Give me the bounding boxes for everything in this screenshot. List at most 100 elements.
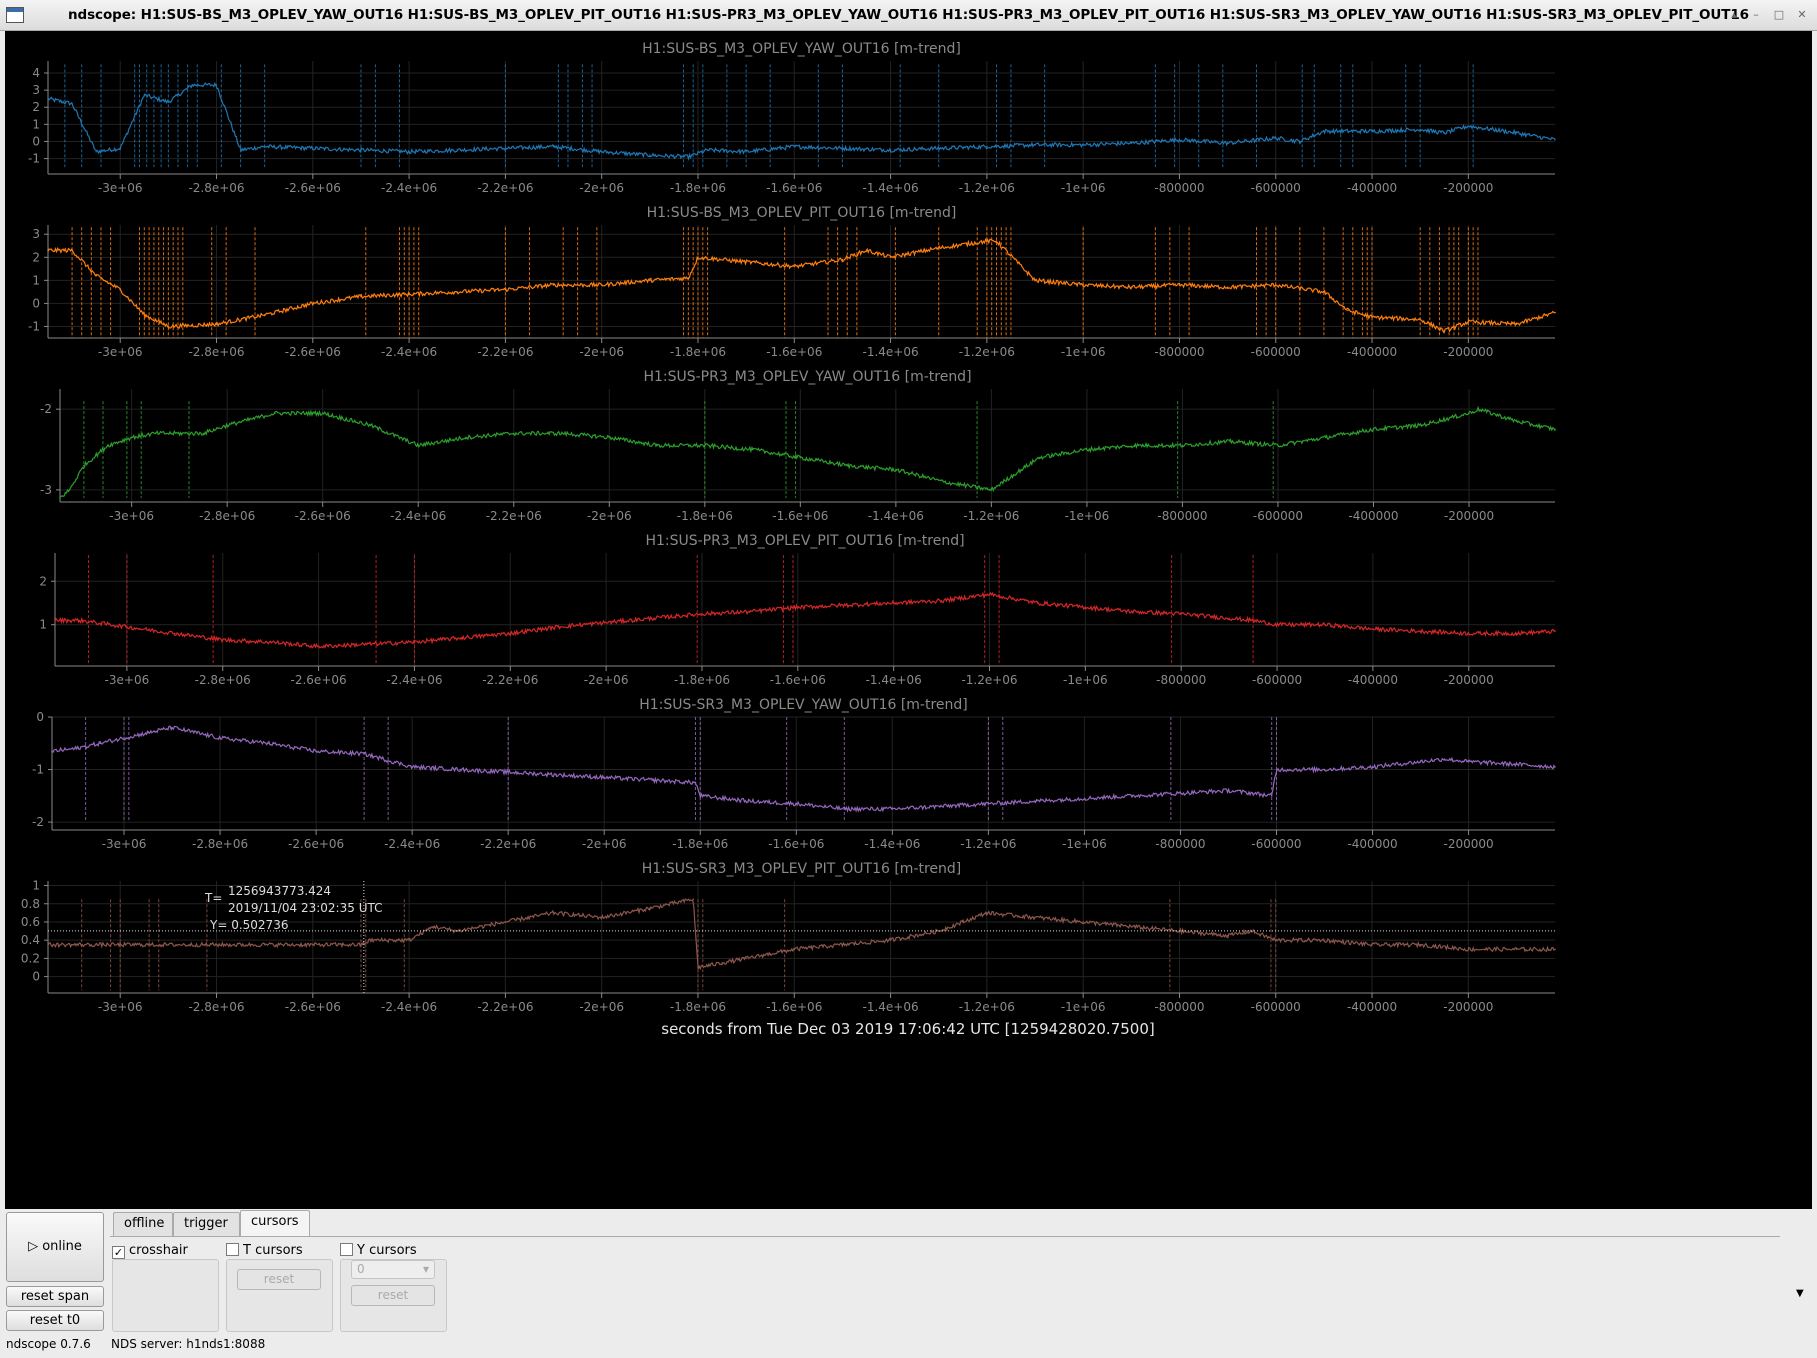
data-point xyxy=(456,291,459,293)
t-cursors-reset-button[interactable]: reset xyxy=(237,1269,321,1290)
maximize-window-icon[interactable]: □ xyxy=(1771,7,1787,23)
data-point xyxy=(1468,412,1470,415)
t-cursors-checkbox-row[interactable]: T cursors xyxy=(226,1242,303,1260)
x-tick-label: -1.4e+06 xyxy=(863,181,919,195)
data-point xyxy=(504,921,507,923)
data-point xyxy=(892,602,895,604)
data-point xyxy=(656,444,658,447)
online-button[interactable]: ▷ online xyxy=(6,1212,104,1282)
data-point xyxy=(1130,286,1133,289)
x-tick-label: -600000 xyxy=(1251,345,1301,359)
scroll-down-icon[interactable]: ▼ xyxy=(1796,1288,1804,1299)
data-point xyxy=(143,314,146,316)
reset-t0-button[interactable]: reset t0 xyxy=(6,1310,104,1331)
data-point xyxy=(1420,630,1422,633)
data-point xyxy=(215,84,218,86)
data-point xyxy=(1130,142,1133,144)
y-cursors-reset-button[interactable]: reset xyxy=(351,1285,435,1306)
crosshair-group xyxy=(112,1259,219,1332)
data-point xyxy=(59,497,61,499)
data-point xyxy=(119,288,122,291)
data-point xyxy=(1554,630,1556,633)
data-point xyxy=(363,752,365,755)
close-window-icon[interactable]: ✕ xyxy=(1794,7,1810,23)
data-point xyxy=(312,943,314,946)
data-point xyxy=(939,805,942,808)
data-point xyxy=(1084,606,1087,609)
tab-offline[interactable]: offline xyxy=(113,1212,173,1236)
tab-cursors[interactable]: cursors xyxy=(240,1210,310,1236)
y-tick-label: 0.4 xyxy=(21,933,40,947)
x-tick-label: -2.2e+06 xyxy=(480,837,536,851)
crosshair-y-value: Y= 0.502736 xyxy=(209,918,288,932)
data-point xyxy=(1347,309,1349,312)
data-point xyxy=(215,323,218,325)
data-point xyxy=(699,795,702,797)
crosshair-t-value: 1256943773.424 xyxy=(228,884,331,898)
data-point xyxy=(1323,130,1325,132)
x-tick-label: -400000 xyxy=(1347,1000,1397,1014)
data-point xyxy=(274,412,276,415)
x-tick-label: -2.2e+06 xyxy=(486,509,542,523)
data-point xyxy=(317,645,320,648)
data-point xyxy=(745,957,747,960)
data-point xyxy=(1419,760,1422,763)
crosshair-checkbox-row[interactable]: ✓ crosshair xyxy=(112,1242,188,1260)
reset-span-button[interactable]: reset span xyxy=(6,1286,104,1307)
data-point xyxy=(1229,440,1232,443)
data-point xyxy=(1554,948,1556,951)
data-point xyxy=(1228,617,1230,619)
data-point xyxy=(1515,420,1518,423)
y-tick-label: 1 xyxy=(32,879,40,893)
data-point xyxy=(71,943,73,946)
crosshair-label: crosshair xyxy=(129,1243,188,1258)
data-point xyxy=(360,149,362,151)
data-point xyxy=(417,444,420,447)
data-point xyxy=(123,737,125,739)
data-point xyxy=(68,489,71,491)
data-point xyxy=(1324,436,1327,439)
x-tick-label: -200000 xyxy=(1443,345,1493,359)
x-tick-label: -200000 xyxy=(1443,181,1493,195)
data-point xyxy=(1082,284,1084,286)
data-point xyxy=(795,802,798,805)
minimize-window-icon[interactable]: – xyxy=(1748,7,1764,23)
window-title: ndscope: H1:SUS-BS_M3_OPLEV_YAW_OUT16 H1… xyxy=(68,7,1749,23)
x-tick-label: -2.8e+06 xyxy=(192,837,248,851)
t-cursors-checkbox[interactable] xyxy=(226,1243,239,1256)
data-point xyxy=(360,943,362,946)
y-tick-label: 0 xyxy=(32,296,40,310)
data-point xyxy=(1181,444,1184,447)
x-tick-label: -2.4e+06 xyxy=(381,345,437,359)
data-point xyxy=(1226,286,1229,289)
y-cursors-checkbox-row[interactable]: Y cursors xyxy=(340,1242,417,1260)
plots-canvas[interactable]: H1:SUS-BS_M3_OPLEV_YAW_OUT16 [m-trend] -3… xyxy=(5,31,1812,1209)
data-point xyxy=(75,747,77,750)
data-point xyxy=(721,962,723,964)
data-point xyxy=(1372,628,1374,630)
shade-window-icon[interactable]: ▴ xyxy=(1726,7,1742,23)
y-tick-label: 0.2 xyxy=(21,951,40,965)
x-tick-label: -800000 xyxy=(1154,345,1204,359)
y-tick-label: 2 xyxy=(39,574,47,588)
x-tick-label: -1e+06 xyxy=(1063,673,1108,687)
y-cursors-checkbox[interactable] xyxy=(340,1243,353,1256)
x-tick-label: -600000 xyxy=(1253,509,1303,523)
data-point xyxy=(555,774,558,776)
plot-area[interactable]: H1:SUS-BS_M3_OPLEV_YAW_OUT16 [m-trend] -3… xyxy=(5,31,1812,1209)
x-tick-label: -1.4e+06 xyxy=(868,509,924,523)
data-point xyxy=(1554,428,1556,431)
crosshair-utc: 2019/11/04 23:02:35 UTC xyxy=(228,901,382,915)
crosshair-checkbox[interactable]: ✓ xyxy=(112,1246,125,1259)
x-tick-label: -2.8e+06 xyxy=(188,181,244,195)
y-cursors-select[interactable]: 0 ▾ xyxy=(351,1260,435,1279)
data-point xyxy=(1012,597,1015,600)
x-tick-label: -1.6e+06 xyxy=(766,345,822,359)
tab-trigger[interactable]: trigger xyxy=(173,1212,240,1236)
data-point xyxy=(940,600,943,602)
data-point xyxy=(465,436,467,439)
data-point xyxy=(126,626,128,628)
data-point xyxy=(1178,284,1181,286)
x-tick-label: -1.6e+06 xyxy=(770,673,826,687)
y-tick-label: 3 xyxy=(32,83,40,97)
